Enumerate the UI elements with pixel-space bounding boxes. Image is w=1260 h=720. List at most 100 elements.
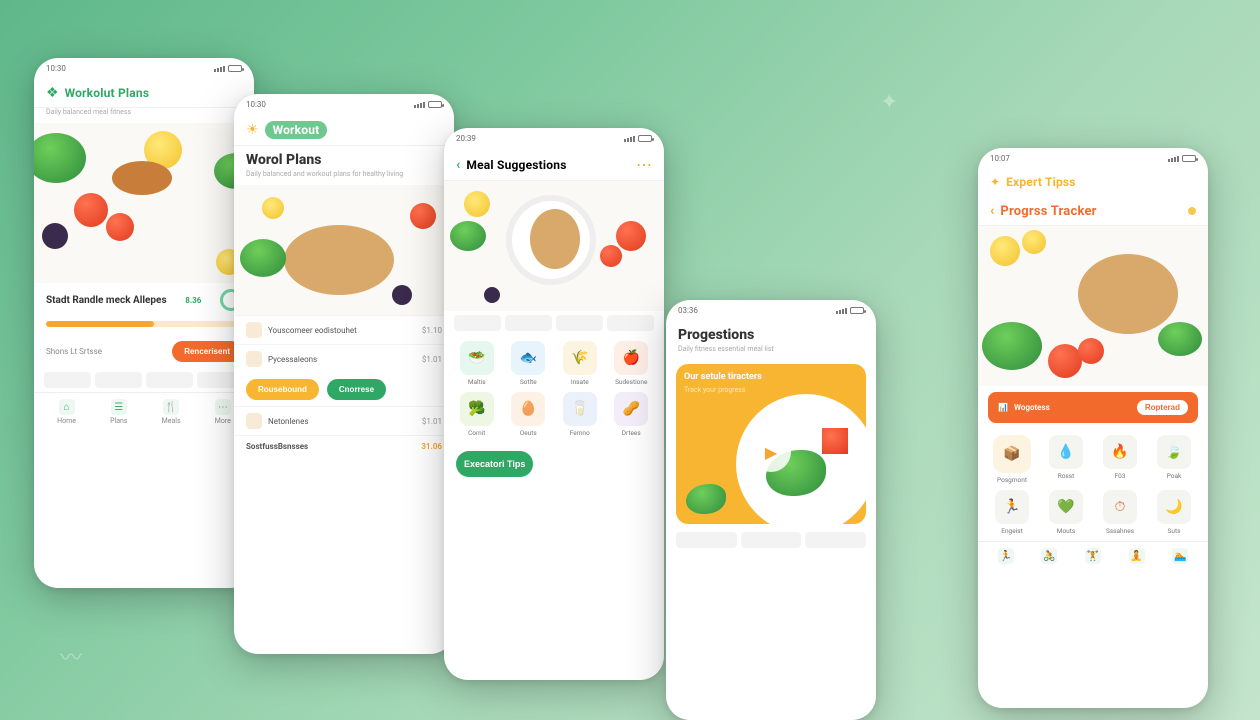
item-icon [246, 351, 262, 367]
category-tile[interactable]: 🍎Sudestione [609, 341, 655, 386]
list-item[interactable]: Youscomeer eodistouhet $1.10 [234, 315, 454, 344]
nav-meals[interactable]: 🍴Meals [162, 399, 181, 425]
stat-chips [666, 528, 876, 552]
banner-title: Our setule tiracters [684, 372, 762, 382]
list-item[interactable]: Pycessaleons $1.01 [234, 344, 454, 373]
bike-icon: 🚴 [1041, 548, 1057, 564]
moon-icon: 🌙 [1157, 490, 1191, 524]
metric-tile[interactable]: 💚Mouts [1042, 490, 1090, 535]
page-title: Meal Suggestions [466, 158, 566, 172]
runner-icon: 🏃 [998, 548, 1014, 564]
filter-tab[interactable] [454, 315, 501, 331]
dairy-icon: 🥛 [563, 392, 597, 426]
expert-tips-button[interactable]: Execatori Tips [456, 451, 533, 477]
nav-home[interactable]: ⌂Home [57, 399, 76, 425]
app-header: ☀ Workout [234, 113, 454, 146]
home-icon: ⌂ [59, 399, 75, 415]
filter-tab[interactable] [607, 315, 654, 331]
phone-workout-plans-card: 10:30 ❖ Workolut Plans Daily balanced me… [34, 58, 254, 588]
metrics-grid: 📦Posgmont 💧Rosst 🔥F03 🍃Poak 🏃Engeist 💚Mo… [978, 429, 1208, 541]
page-title: Progrss Tracker [1000, 204, 1096, 219]
filter-tab[interactable] [505, 315, 552, 331]
status-time: 03:36 [678, 306, 698, 315]
item-label: Youscomeer eodistouhet [268, 326, 422, 335]
item-value: $1.10 [422, 326, 442, 335]
dumbbell-icon: 🏋 [1085, 548, 1101, 564]
chart-icon: 📊 [998, 403, 1008, 412]
category-tile[interactable]: 🐟Sotlte [506, 341, 552, 386]
list-item[interactable]: Netonlenes $1.01 [234, 406, 454, 435]
heart-icon: 💚 [1049, 490, 1083, 524]
battery-icon [850, 307, 864, 314]
nav-more[interactable]: ⋯More [215, 399, 231, 425]
action-banner: 📊 Wogotess Ropterad [988, 392, 1198, 423]
banner-cta-button[interactable]: Ropterad [1137, 400, 1188, 415]
box-icon: 📦 [993, 435, 1031, 473]
activity-lift[interactable]: 🏋 [1085, 548, 1101, 566]
filter-tabs [444, 311, 664, 335]
battery-icon [638, 135, 652, 142]
activity-run[interactable]: 🏃 [998, 548, 1014, 566]
status-time: 10:30 [46, 64, 66, 73]
status-dot-icon [1188, 207, 1196, 215]
item-value: $1.01 [422, 417, 442, 426]
bottom-nav: ⌂Home ☰Plans 🍴Meals ⋯More [34, 392, 254, 431]
back-button[interactable]: ‹ [990, 203, 994, 219]
water-icon: 💧 [1049, 435, 1083, 469]
hero-food-image [234, 185, 454, 315]
banner-left: Wogotess [1014, 403, 1050, 412]
metric-tile[interactable]: 📦Posgmont [988, 435, 1036, 484]
category-tile[interactable]: 🥜Drtees [609, 392, 655, 437]
featured-card[interactable]: Our setule tiracters Track your progress… [676, 364, 866, 524]
primary-button[interactable]: Rousebound [246, 379, 319, 400]
leaf2-icon: 🍃 [1157, 435, 1191, 469]
category-tile[interactable]: 🥚Oeuts [506, 392, 552, 437]
phone-meal-suggestions: 20:39 ‹ Meal Suggestions ⋯ 🥗Maltis 🐟Sotl… [444, 128, 664, 680]
metric-tile[interactable]: 🍃Poak [1150, 435, 1198, 484]
item-label: Pycessaleons [268, 355, 422, 364]
phone-progress-tracker: 10:07 ✦ Expert Tipss ‹ Progrss Tracker 📊… [978, 148, 1208, 708]
play-button[interactable]: ▶ [751, 432, 791, 472]
activity-bike[interactable]: 🚴 [1041, 548, 1057, 566]
category-tile[interactable]: 🌾Insate [557, 341, 603, 386]
battery-icon [228, 65, 242, 72]
sun-icon: ☀ [246, 122, 259, 138]
footer-label: SostfussBsnsses [246, 442, 421, 451]
start-button[interactable]: Rencerisent [172, 341, 242, 362]
activity-swim[interactable]: 🏊 [1172, 548, 1188, 566]
app-title: Workout [265, 121, 328, 139]
item-icon [246, 413, 262, 429]
metric-tile[interactable]: 🏃Engeist [988, 490, 1036, 535]
category-tile[interactable]: 🥗Maltis [454, 341, 500, 386]
metric-tile[interactable]: 🔥F03 [1096, 435, 1144, 484]
yoga-icon: 🧘 [1129, 548, 1145, 564]
grain-icon: 🌾 [563, 341, 597, 375]
page-subtitle: Daily balanced and workout plans for hea… [246, 168, 442, 185]
item-label: Netonlenes [268, 417, 422, 426]
stat-chips [34, 368, 254, 392]
back-button[interactable]: ‹ [456, 157, 460, 173]
nav-plans[interactable]: ☰Plans [110, 399, 127, 425]
hero-food-image [34, 123, 254, 283]
metric-tile[interactable]: 💧Rosst [1042, 435, 1090, 484]
fork-icon: 🍴 [163, 399, 179, 415]
swim-icon: 🏊 [1172, 548, 1188, 564]
progress-bar [46, 321, 242, 327]
banner-subtitle: Track your progress [684, 386, 746, 394]
more-icon[interactable]: ⋯ [636, 155, 652, 174]
status-bar: 10:30 [34, 58, 254, 77]
star-icon: ✦ [990, 175, 1000, 189]
veggie-icon: 🥦 [460, 392, 494, 426]
category-tile[interactable]: 🥦Comit [454, 392, 500, 437]
activity-icons-row: 🏃 🚴 🏋 🧘 🏊 [978, 541, 1208, 572]
activity-yoga[interactable]: 🧘 [1129, 548, 1145, 566]
page-header: ‹ Meal Suggestions ⋯ [444, 147, 664, 181]
phone-progestions: 03:36 Progestions Daily fitness essentia… [666, 300, 876, 720]
secondary-button[interactable]: Cnorrese [327, 379, 386, 400]
metric-tile[interactable]: 🌙Suts [1150, 490, 1198, 535]
category-tile[interactable]: 🥛Femno [557, 392, 603, 437]
phone-workout-plans-list: 10:30 ☀ Workout Worol Plans Daily balanc… [234, 94, 454, 654]
filter-tab[interactable] [556, 315, 603, 331]
flame-icon: 🔥 [1103, 435, 1137, 469]
metric-tile[interactable]: ⏱Sssahnes [1096, 490, 1144, 535]
